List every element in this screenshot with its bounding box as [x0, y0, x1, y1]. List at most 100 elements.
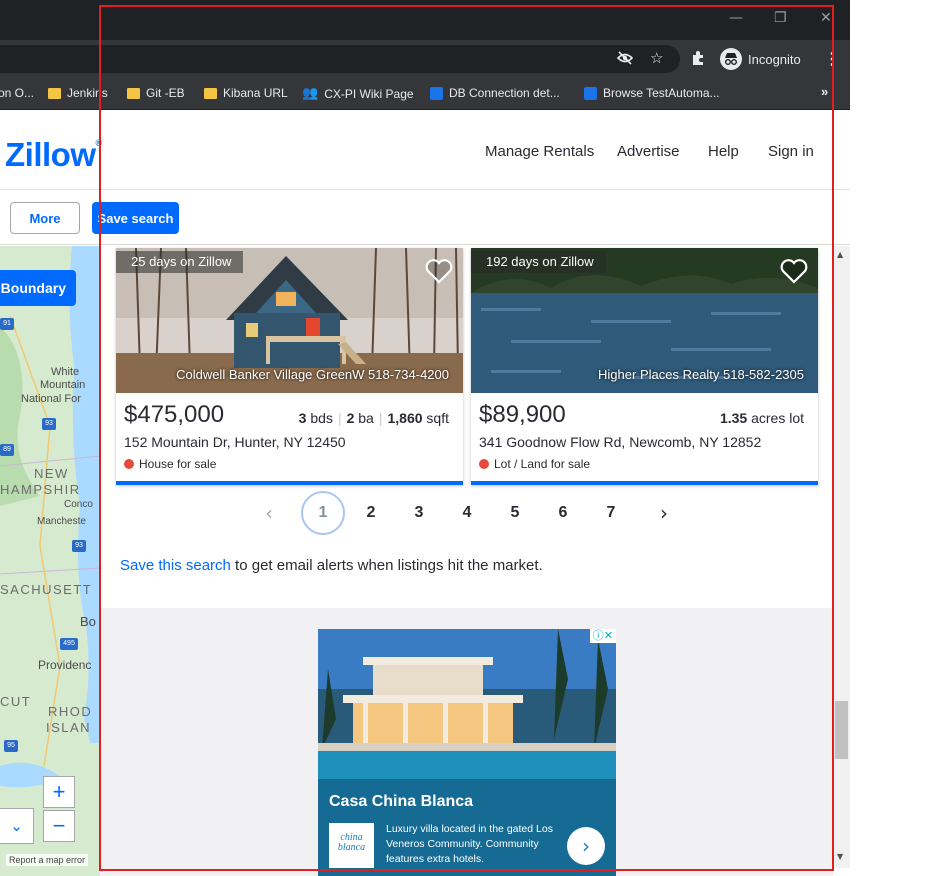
save-this-search-link[interactable]: Save this search	[120, 557, 231, 574]
minimize-icon[interactable]: —	[729, 10, 743, 26]
highway-shield: 95	[4, 740, 18, 752]
incognito-indicator[interactable]: Incognito	[716, 46, 809, 72]
map-panel[interactable]: Boundary 91 White Mountain National For …	[0, 246, 100, 876]
save-search-button[interactable]: Save search	[92, 202, 179, 234]
heart-icon[interactable]	[425, 258, 453, 284]
page-scrollbar[interactable]: ▲ ▼	[833, 246, 850, 868]
sqft-unit: sqft	[426, 410, 449, 426]
bookmark-item[interactable]: Browse TestAutoma...	[584, 86, 720, 100]
bookmark-label: CX-PI Wiki Page	[324, 86, 414, 101]
zillow-logo[interactable]: Zillow®	[5, 136, 102, 174]
next-page-button[interactable]: ›	[642, 491, 686, 535]
scroll-thumb[interactable]	[835, 701, 848, 759]
bookmark-label: Browse TestAutoma...	[603, 86, 720, 100]
bookmark-blue-icon	[584, 86, 597, 100]
incognito-icon	[720, 48, 742, 70]
status-dot-icon	[479, 459, 489, 469]
property-card[interactable]: 192 days on Zillow Higher Places Realty …	[471, 248, 818, 485]
save-search-text: to get email alerts when listings hit th…	[230, 557, 543, 574]
page-5[interactable]: 5	[493, 491, 537, 535]
property-photo[interactable]: 192 days on Zillow Higher Places Realty …	[471, 248, 818, 393]
bookmark-item[interactable]: Jenkins	[48, 86, 108, 100]
lot-size: 1.35	[719, 410, 748, 426]
page-3[interactable]: 3	[397, 491, 441, 535]
scroll-up-icon[interactable]: ▲	[837, 250, 843, 259]
ad-body: Luxury villa located in the gated Los Ve…	[386, 823, 553, 865]
folder-icon	[127, 87, 140, 99]
map-state-label: HAMPSHIR	[0, 482, 81, 497]
bookmark-item[interactable]: 👥 CX-PI Wiki Page	[302, 86, 414, 101]
prev-page-button[interactable]: ‹	[247, 491, 291, 535]
bookmark-label: Jenkins	[67, 86, 108, 100]
page-6[interactable]: 6	[541, 491, 585, 535]
bookmark-label: Kibana URL	[223, 86, 288, 100]
ad-zone: ⓘ✕ Casa China Blanca china blanca Luxury…	[100, 608, 833, 876]
bookmark-item[interactable]: DB Connection det...	[430, 86, 560, 100]
bookmark-item[interactable]: on O...	[0, 86, 34, 100]
nav-advertise[interactable]: Advertise	[617, 143, 680, 160]
eye-off-icon[interactable]	[616, 51, 634, 69]
extensions-icon[interactable]	[690, 50, 706, 70]
status-label: House for sale	[139, 457, 217, 471]
status-label: Lot / Land for sale	[494, 457, 591, 471]
bookmark-item[interactable]: Kibana URL	[204, 86, 288, 100]
baths-count: 2	[346, 410, 355, 426]
zoom-in-button[interactable]: +	[43, 776, 75, 808]
site-header: Zillow® Manage Rentals Advertise Help Si…	[0, 110, 850, 190]
more-bookmarks-button[interactable]: »	[821, 84, 828, 99]
star-icon[interactable]: ☆	[650, 49, 663, 67]
heart-icon[interactable]	[780, 258, 808, 284]
property-photo[interactable]: 25 days on Zillow Coldwell Banker Villag…	[116, 248, 463, 393]
map-state-label: RHOD	[48, 704, 93, 719]
nav-manage-rentals[interactable]: Manage Rentals	[485, 143, 594, 160]
nav-help[interactable]: Help	[708, 143, 739, 160]
page-2[interactable]: 2	[349, 491, 393, 535]
chevron-down-icon: ⌄	[10, 818, 23, 835]
map-label: White	[51, 366, 80, 378]
logo-text: Zillow	[5, 136, 96, 173]
close-icon[interactable]: ✕	[820, 10, 832, 26]
ad-go-button[interactable]: ›	[567, 827, 605, 865]
save-search-prompt: Save this search to get email alerts whe…	[120, 557, 543, 574]
address-bar[interactable]	[0, 45, 680, 73]
chevron-right-icon: ›	[660, 501, 668, 525]
page-1[interactable]: 1	[301, 491, 345, 535]
highway-shield: 93	[42, 418, 56, 430]
listing-address[interactable]: 341 Goodnow Flow Rd, Newcomb, NY 12852	[479, 434, 761, 450]
advertisement[interactable]: ⓘ✕ Casa China Blanca china blanca Luxury…	[318, 629, 616, 876]
report-map-error-link[interactable]: Report a map error	[6, 854, 89, 866]
page-7[interactable]: 7	[589, 491, 633, 535]
ad-choices-icon[interactable]: ⓘ✕	[589, 629, 616, 643]
listing-price: $475,000	[124, 401, 225, 428]
restore-icon[interactable]: ❐	[774, 10, 787, 26]
status-dot-icon	[124, 459, 134, 469]
days-on-zillow: 192 days on Zillow	[471, 251, 606, 273]
bookmark-blue-icon	[430, 86, 443, 100]
map-state-label: CUT	[0, 694, 32, 709]
search-results: 25 days on Zillow Coldwell Banker Villag…	[100, 246, 833, 608]
bookmark-item[interactable]: Git -EB	[127, 86, 185, 100]
property-card[interactable]: 25 days on Zillow Coldwell Banker Villag…	[116, 248, 463, 485]
map-state-label: ISLAN	[46, 720, 92, 735]
map-state-label: SACHUSETT	[0, 582, 93, 597]
remove-boundary-button[interactable]: Boundary	[0, 270, 76, 306]
folder-icon	[204, 87, 217, 99]
listing-status: House for sale	[124, 457, 216, 471]
nav-sign-in[interactable]: Sign in	[768, 143, 814, 160]
chevron-right-icon: ›	[582, 834, 590, 858]
map-label: Conco	[64, 499, 93, 510]
scroll-down-icon[interactable]: ▼	[837, 852, 843, 861]
map-state-label: NEW	[34, 466, 69, 481]
bookmark-label: Git -EB	[146, 86, 185, 100]
map-type-toggle[interactable]: ⌄	[0, 808, 34, 844]
page-4[interactable]: 4	[445, 491, 489, 535]
menu-kebab-icon[interactable]: ⋮	[824, 49, 840, 69]
zoom-out-button[interactable]: −	[43, 810, 75, 842]
listing-facts: 1.35 acres lot	[720, 410, 804, 426]
more-filters-button[interactable]: More	[10, 202, 80, 234]
browser-toolbar: ☆ Incognito	[0, 40, 850, 78]
baths-unit: ba	[358, 410, 374, 426]
listing-address[interactable]: 152 Mountain Dr, Hunter, NY 12450	[124, 434, 346, 450]
bookmark-label: on O...	[0, 86, 35, 100]
lot-unit: acres lot	[751, 410, 804, 426]
